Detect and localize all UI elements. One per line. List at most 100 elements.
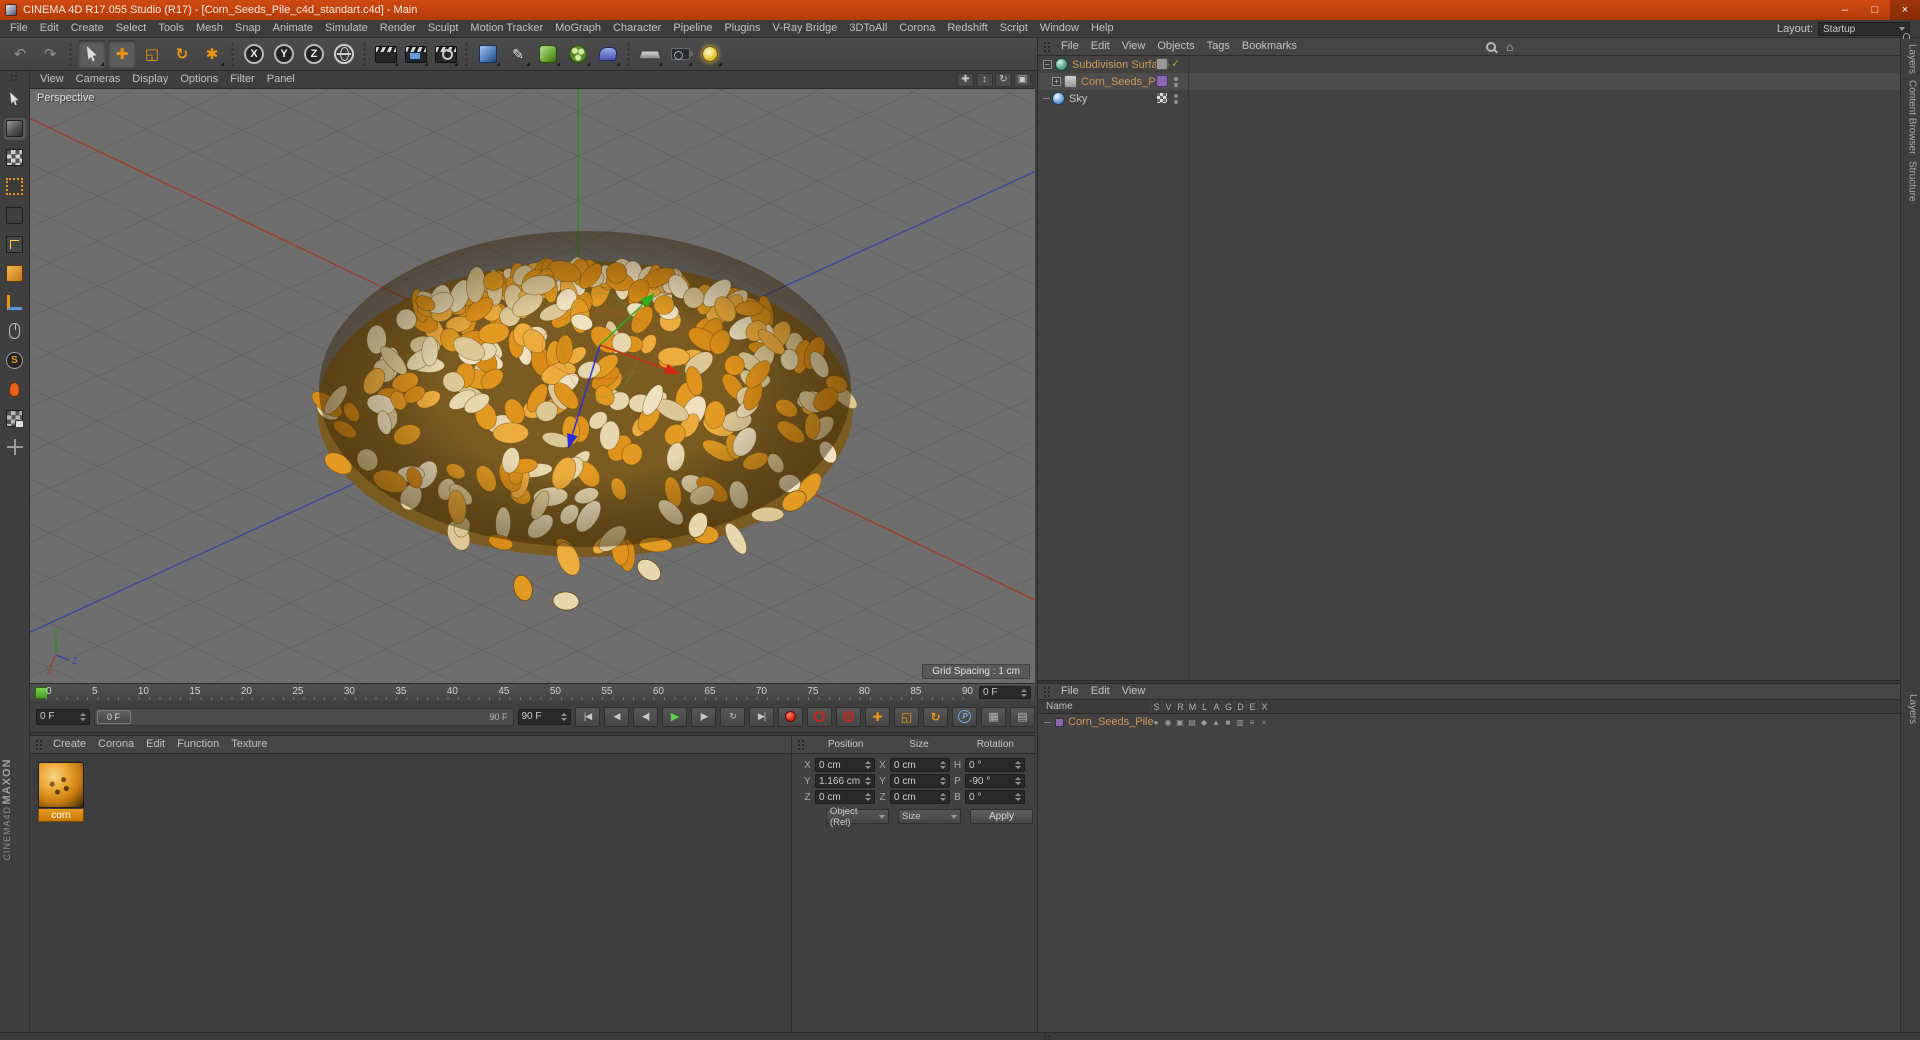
jump-to-end-button[interactable]: ▶|	[749, 706, 774, 727]
viewport-menu-item[interactable]: Display	[126, 71, 174, 88]
maximize-button[interactable]: □	[1860, 0, 1890, 20]
workplane-mode-button[interactable]	[3, 174, 27, 198]
dolly-view-icon[interactable]: ↕	[976, 72, 993, 87]
rotate-view-icon[interactable]: ↻	[995, 72, 1012, 87]
viewport-menu-item[interactable]: Panel	[261, 71, 301, 88]
scale-tool-button[interactable]: ◱	[138, 40, 166, 68]
menubar-item[interactable]: Plugins	[718, 20, 766, 37]
material-menu-item[interactable]: Texture	[225, 736, 273, 753]
model-mode-button[interactable]	[2, 116, 27, 140]
layer-toggle-icon[interactable]: ▣	[1174, 714, 1186, 730]
make-editable-button[interactable]	[3, 87, 27, 111]
texture-mode-button[interactable]	[3, 145, 27, 169]
end-frame-field[interactable]: 90 F	[517, 708, 571, 725]
panel-grip[interactable]	[797, 738, 806, 751]
lock-texture-button[interactable]	[3, 406, 27, 430]
key-parameter-toggle[interactable]: P	[952, 706, 977, 727]
paint-tool-button[interactable]	[3, 377, 27, 401]
material-tag-icon[interactable]	[1156, 75, 1168, 87]
object-name[interactable]: Subdivision Surface	[1072, 59, 1169, 71]
coordinate-mode-dropdown[interactable]: Object (Rel)	[826, 806, 889, 828]
pos-y-field[interactable]: 1.166 cm	[815, 774, 875, 788]
size-mode-dropdown[interactable]: Size	[898, 809, 961, 824]
menubar-item[interactable]: Help	[1085, 20, 1120, 37]
viewport-menu-item[interactable]: Cameras	[70, 71, 127, 88]
start-frame-field[interactable]: 0 F	[36, 708, 90, 725]
move-tool-button[interactable]: ✚	[108, 40, 136, 68]
viewport-canvas[interactable]: Y Z X Perspective Grid Spacing : 1 cm	[30, 89, 1035, 683]
close-button[interactable]: ×	[1890, 0, 1920, 20]
layer-color-swatch[interactable]	[1055, 717, 1064, 727]
menubar-item[interactable]: 3DToAll	[843, 20, 893, 37]
pos-z-field[interactable]: 0 cm	[815, 790, 875, 804]
coordinate-system-button[interactable]	[330, 40, 358, 68]
material-menu-item[interactable]: Function	[171, 736, 225, 753]
object-manager-menu-item[interactable]: File	[1055, 38, 1085, 55]
menubar-item[interactable]: Pipeline	[667, 20, 718, 37]
menubar-item[interactable]: Tools	[152, 20, 190, 37]
collapse-icon[interactable]: −	[1043, 60, 1052, 69]
size-z-field[interactable]: 0 cm	[890, 790, 950, 804]
previous-key-button[interactable]: ◀	[604, 706, 629, 727]
points-mode-button[interactable]	[3, 203, 27, 227]
material-preview-corn[interactable]	[38, 762, 84, 808]
menubar-item[interactable]: Corona	[893, 20, 941, 37]
layer-manager-menu-item[interactable]: File	[1055, 683, 1085, 700]
pan-view-icon[interactable]: ✚	[957, 72, 974, 87]
key-position-toggle[interactable]: ✚	[865, 706, 890, 727]
rotate-tool-button[interactable]: ↻	[168, 40, 196, 68]
apply-button[interactable]: Apply	[970, 809, 1033, 824]
key-pla-toggle[interactable]: ▦	[981, 706, 1006, 727]
menubar-item[interactable]: Sculpt	[422, 20, 465, 37]
enable-axis-button[interactable]	[3, 290, 27, 314]
jump-to-start-button[interactable]: |◀	[575, 706, 600, 727]
live-selection-button[interactable]	[78, 40, 106, 68]
menubar-item[interactable]: Simulate	[319, 20, 374, 37]
home-icon[interactable]: ⌂	[1506, 41, 1513, 53]
menubar-item[interactable]: Window	[1034, 20, 1085, 37]
layer-toggle-icon[interactable]: ▤	[1186, 714, 1198, 730]
record-keyframe-button[interactable]	[778, 706, 803, 727]
panel-grip[interactable]	[35, 738, 44, 751]
material-menu-item[interactable]: Create	[47, 736, 92, 753]
object-manager-menu-item[interactable]: Tags	[1201, 38, 1236, 55]
layer-manager-menu-item[interactable]: View	[1116, 683, 1152, 700]
palette-grip[interactable]	[10, 74, 19, 82]
layer-toggle-icon[interactable]: ≡	[1246, 714, 1258, 730]
lock-axis-button[interactable]	[3, 435, 27, 459]
menubar-item[interactable]: Mesh	[190, 20, 229, 37]
menubar-item[interactable]: Redshift	[941, 20, 993, 37]
viewport-menu-item[interactable]: View	[34, 71, 70, 88]
viewport-menu-item[interactable]: Options	[174, 71, 224, 88]
layer-manager-menu-item[interactable]: Edit	[1085, 683, 1116, 700]
generator-enabled-check-icon[interactable]: ✓	[1171, 57, 1180, 70]
render-view-button[interactable]	[372, 40, 400, 68]
stepper-icon[interactable]	[1018, 688, 1027, 697]
add-spline-button[interactable]: ✎	[504, 40, 532, 68]
timeline-ruler[interactable]: 0 5 10 15 20 25 30 35 40 45 50 55 60 65 70 75 80 85 90 0 F	[30, 683, 1035, 701]
material-name-label[interactable]: corn	[38, 809, 84, 822]
viewport-menu-item[interactable]: Filter	[224, 71, 260, 88]
power-slider[interactable]: 0 F 90 F	[93, 707, 514, 726]
lock-y-axis-button[interactable]: Y	[270, 40, 298, 68]
key-rotation-toggle[interactable]: ↻	[923, 706, 948, 727]
dock-tab[interactable]: Structure	[1904, 161, 1918, 202]
redo-button[interactable]: ↷	[36, 40, 64, 68]
edges-mode-button[interactable]	[3, 232, 27, 256]
menubar-item[interactable]: MoGraph	[549, 20, 607, 37]
menubar-item[interactable]: Motion Tracker	[464, 20, 549, 37]
layer-toggle-icon[interactable]: ▥	[1234, 714, 1246, 730]
stepper-icon[interactable]	[558, 712, 567, 721]
layer-toggle-icon[interactable]: ■	[1222, 714, 1234, 730]
dock-tab-layers-bottom[interactable]: Layers	[1904, 694, 1918, 724]
object-row-corn-seeds-pile[interactable]: + Corn_Seeds_Pile	[1038, 73, 1900, 90]
current-frame-field[interactable]: 0 F	[979, 686, 1031, 699]
layer-toggle-icon[interactable]: ×	[1258, 714, 1270, 730]
rot-p-field[interactable]: -90 °	[965, 774, 1025, 788]
add-mograph-button[interactable]	[564, 40, 592, 68]
object-manager-menu-item[interactable]: Bookmarks	[1236, 38, 1303, 55]
add-deformer-button[interactable]	[594, 40, 622, 68]
record-options-button[interactable]	[836, 706, 861, 727]
key-scale-toggle[interactable]: ◱	[894, 706, 919, 727]
toggle-view-icon[interactable]: ▣	[1014, 72, 1031, 87]
